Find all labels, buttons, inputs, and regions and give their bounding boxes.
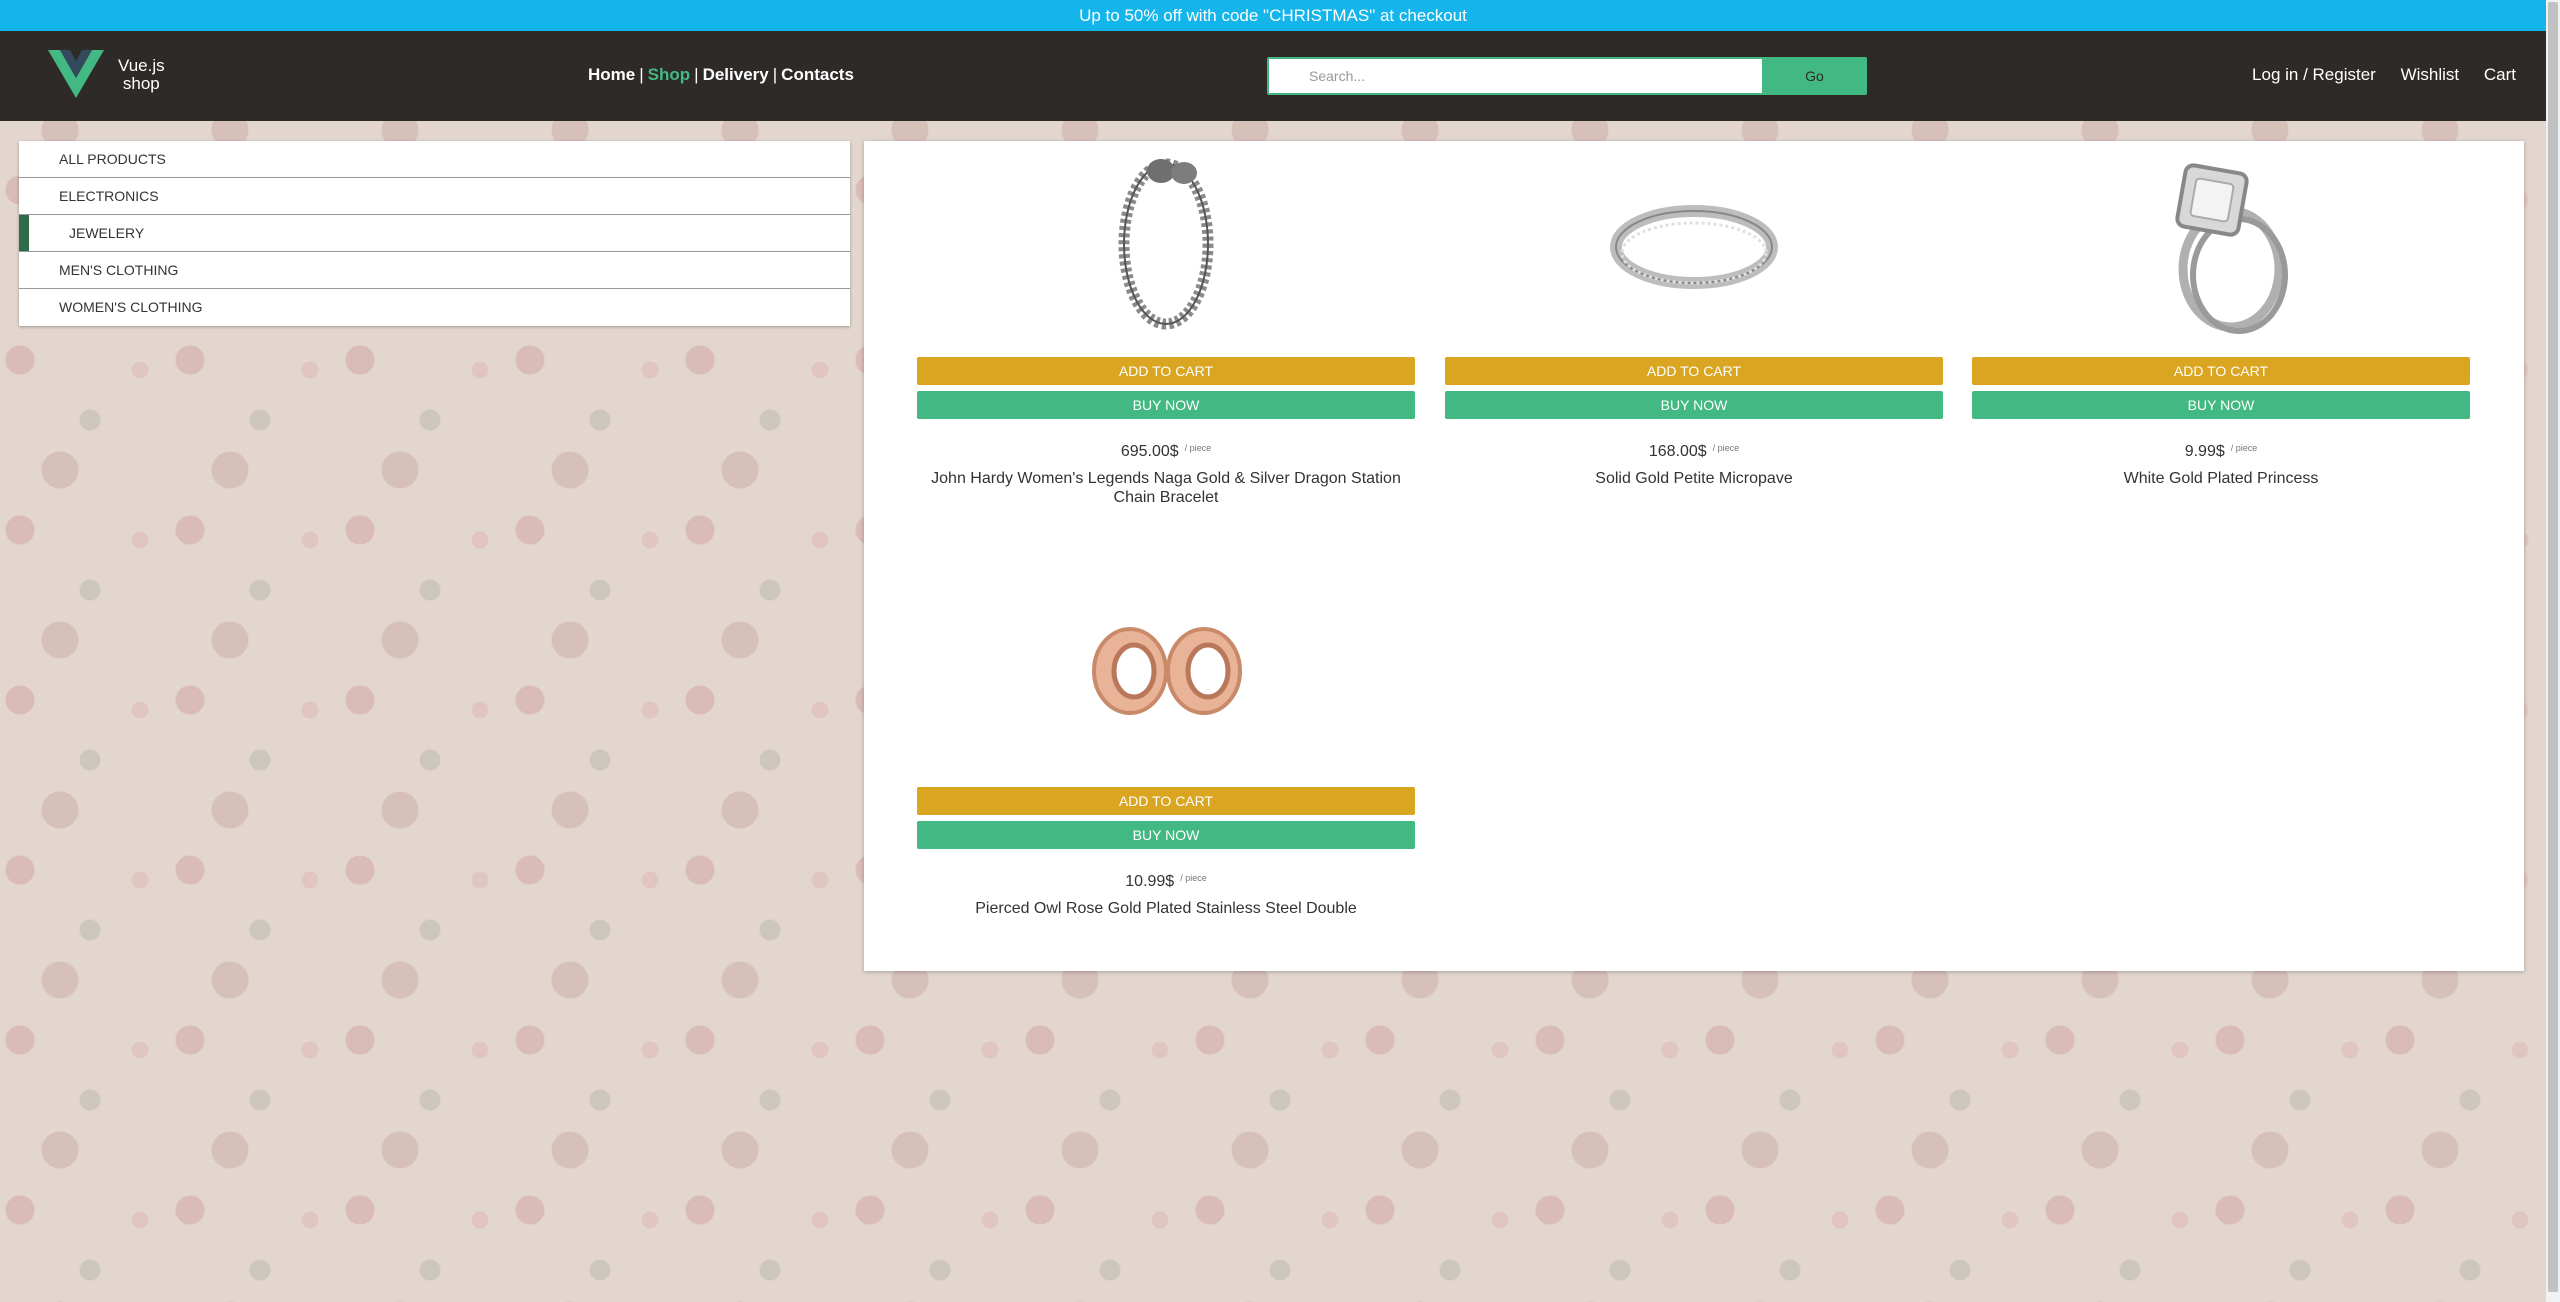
cart-link[interactable]: Cart bbox=[2484, 65, 2516, 84]
header-links: Log in / Register Wishlist Cart bbox=[2232, 65, 2516, 85]
add-to-cart-button[interactable]: ADD TO CART bbox=[917, 357, 1415, 385]
product-name[interactable]: White Gold Plated Princess bbox=[1972, 469, 2470, 488]
brand-line-2: shop bbox=[122, 74, 160, 93]
price-unit: / piece bbox=[1180, 873, 1207, 883]
search-go-button[interactable]: Go bbox=[1762, 57, 1867, 95]
nav-shop[interactable]: Shop bbox=[648, 65, 691, 84]
page-scrollbar[interactable] bbox=[2546, 0, 2560, 1302]
category-sidebar: ALL PRODUCTS ELECTRONICS JEWELERY MEN'S … bbox=[19, 141, 850, 326]
price-unit: / piece bbox=[1712, 443, 1740, 453]
product-price-row: 168.00$ / piece bbox=[1445, 443, 1943, 461]
main-nav: Home | Shop | Delivery | Contacts bbox=[588, 65, 854, 85]
price-unit: / piece bbox=[1184, 443, 1212, 453]
product-price-row: 695.00$ / piece bbox=[917, 443, 1415, 461]
product-price: 9.99$ bbox=[2184, 443, 2225, 460]
brand-line-1: Vue.js bbox=[118, 56, 165, 75]
product-grid: ADD TO CART BUY NOW 695.00$ / piece John … bbox=[864, 141, 2524, 971]
nav-contacts[interactable]: Contacts bbox=[781, 65, 854, 84]
add-to-cart-button[interactable]: ADD TO CART bbox=[1445, 357, 1943, 385]
product-name[interactable]: Solid Gold Petite Micropave bbox=[1445, 469, 1943, 488]
product-price: 695.00$ bbox=[1120, 443, 1179, 460]
buy-now-button[interactable]: BUY NOW bbox=[917, 821, 1415, 849]
scrollbar-thumb[interactable] bbox=[2548, 2, 2558, 1292]
category-electronics[interactable]: ELECTRONICS bbox=[19, 178, 850, 215]
site-header: Vue.js shop Home | Shop | Delivery | Contacts … bbox=[0, 31, 2546, 121]
product-price: 10.99$ bbox=[1125, 873, 1175, 890]
bracelet-image[interactable] bbox=[1066, 149, 1266, 339]
nav-home[interactable]: Home bbox=[588, 65, 635, 84]
buy-now-button[interactable]: BUY NOW bbox=[1972, 391, 2470, 419]
nav-separator: | bbox=[694, 65, 699, 84]
ring-image[interactable] bbox=[1594, 149, 1794, 339]
nav-separator: | bbox=[639, 65, 644, 84]
product-card: ADD TO CART BUY NOW 168.00$ / piece Solid… bbox=[1445, 149, 1943, 488]
nav-delivery[interactable]: Delivery bbox=[703, 65, 769, 84]
product-card: ADD TO CART BUY NOW 10.99$ / piece Pierce… bbox=[917, 579, 1415, 918]
search-input[interactable] bbox=[1267, 57, 1767, 95]
category-womens-clothing[interactable]: WOMEN'S CLOTHING bbox=[19, 289, 850, 326]
product-name[interactable]: John Hardy Women's Legends Naga Gold & S… bbox=[917, 469, 1415, 507]
product-name[interactable]: Pierced Owl Rose Gold Plated Stainless S… bbox=[917, 899, 1415, 918]
buy-now-button[interactable]: BUY NOW bbox=[1445, 391, 1943, 419]
product-price-row: 10.99$ / piece bbox=[917, 873, 1415, 891]
promo-banner: Up to 50% off with code "CHRISTMAS" at c… bbox=[0, 0, 2546, 31]
product-price: 168.00$ bbox=[1648, 443, 1707, 460]
add-to-cart-button[interactable]: ADD TO CART bbox=[1972, 357, 2470, 385]
brand-name[interactable]: Vue.js shop bbox=[118, 57, 165, 93]
category-jewelery[interactable]: JEWELERY bbox=[19, 215, 850, 252]
add-to-cart-button[interactable]: ADD TO CART bbox=[917, 787, 1415, 815]
engagement-ring-image[interactable] bbox=[2121, 149, 2321, 339]
buy-now-button[interactable]: BUY NOW bbox=[917, 391, 1415, 419]
wishlist-link[interactable]: Wishlist bbox=[2401, 65, 2460, 84]
product-card: ADD TO CART BUY NOW 9.99$ / piece White G… bbox=[1972, 149, 2470, 488]
price-unit: / piece bbox=[2230, 443, 2258, 453]
login-register-link[interactable]: Log in / Register bbox=[2252, 65, 2376, 84]
ear-tunnels-image[interactable] bbox=[1066, 579, 1266, 769]
category-all-products[interactable]: ALL PRODUCTS bbox=[19, 141, 850, 178]
product-card: ADD TO CART BUY NOW 695.00$ / piece John … bbox=[917, 149, 1415, 507]
product-price-row: 9.99$ / piece bbox=[1972, 443, 2470, 461]
nav-separator: | bbox=[772, 65, 778, 84]
category-mens-clothing[interactable]: MEN'S CLOTHING bbox=[19, 252, 850, 289]
vue-logo-icon[interactable] bbox=[48, 50, 104, 98]
